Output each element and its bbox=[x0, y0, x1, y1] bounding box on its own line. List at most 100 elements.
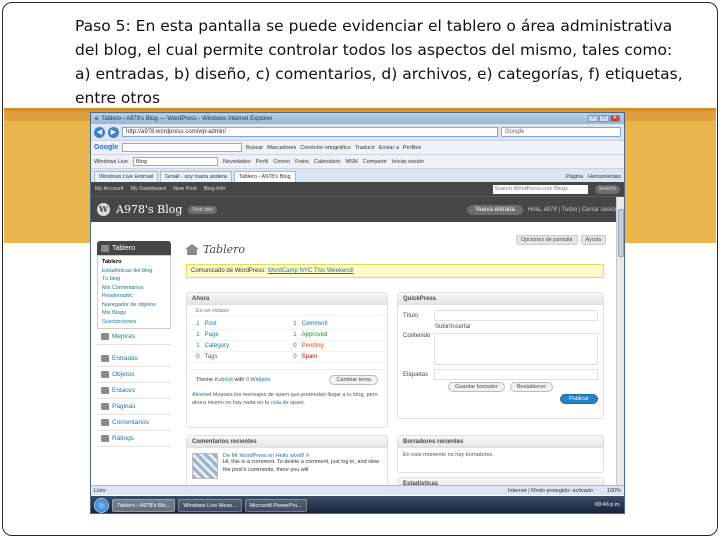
sidebar-item-posts[interactable]: Entradas bbox=[97, 351, 171, 367]
wl-link-sign-in[interactable]: Iniciar sesión bbox=[392, 159, 424, 165]
tab-hotmail[interactable]: Windows Live Hotmail bbox=[94, 171, 159, 182]
address-input[interactable]: http://a978.wordpress.com/wp-admin/ bbox=[122, 127, 498, 137]
change-theme-button[interactable]: Cambiar tema bbox=[329, 375, 378, 385]
reset-button[interactable]: Restablecer bbox=[509, 382, 553, 392]
tags-input[interactable] bbox=[434, 369, 598, 380]
notice-link[interactable]: WordCamp NYC This Weekend! bbox=[268, 268, 354, 274]
scrollbar-thumb[interactable] bbox=[618, 209, 624, 257]
translate-button[interactable]: Traducir bbox=[355, 145, 375, 151]
label-tags[interactable]: Tags bbox=[203, 351, 288, 363]
adminbar-my-account[interactable]: My Account bbox=[95, 186, 123, 192]
submenu-tablero[interactable]: Tablero bbox=[102, 258, 166, 267]
spam-queue-link[interactable]: cola de spam. bbox=[271, 400, 305, 406]
save-draft-button[interactable]: Guardar borrador bbox=[448, 382, 505, 392]
minimize-icon[interactable]: – bbox=[588, 115, 598, 122]
user-greeting[interactable]: Hola, a978 | Turbo | Cerrar sesión bbox=[528, 207, 618, 213]
submenu-object-browser[interactable]: Navegador de objetos bbox=[102, 301, 166, 310]
sidebar-item-media[interactable]: Objetos bbox=[97, 367, 171, 383]
start-button[interactable] bbox=[94, 497, 109, 513]
google-search-button[interactable]: Buscar bbox=[246, 145, 263, 151]
command-bar: Página Herramientas bbox=[566, 174, 621, 182]
upload-row: Subir/Insertar bbox=[398, 324, 603, 330]
submenu-readomattic[interactable]: Readomattic bbox=[102, 292, 166, 301]
sidebar-item-links[interactable]: Enlaces bbox=[97, 383, 171, 399]
clock[interactable]: 09:46 p.m. bbox=[595, 502, 621, 508]
screen-options-button[interactable]: Opciones de pantalla bbox=[515, 235, 578, 245]
upload-insert-link[interactable]: Subir/Insertar bbox=[435, 324, 471, 330]
taskbar-item-powerpoint[interactable]: Microsoft PowerPoi... bbox=[244, 498, 307, 512]
help-button[interactable]: Ayuda bbox=[580, 235, 606, 245]
new-post-button[interactable]: Nueva entrada bbox=[467, 204, 523, 215]
label-comments[interactable]: Comment bbox=[300, 319, 385, 330]
post-title-input[interactable] bbox=[434, 310, 598, 321]
widget-title[interactable]: Ahora bbox=[187, 293, 387, 305]
akismet-link[interactable]: Akismet bbox=[192, 392, 212, 398]
count-posts[interactable]: 1 bbox=[191, 319, 204, 330]
taskbar-item-messenger[interactable]: Windows Live Mess... bbox=[178, 498, 242, 512]
wl-link-calendario[interactable]: Calendario bbox=[314, 159, 341, 165]
count-pending[interactable]: 0 bbox=[287, 340, 301, 352]
close-icon[interactable]: ✕ bbox=[610, 115, 620, 122]
submenu-subscriptions[interactable]: Suscripciones bbox=[102, 318, 166, 327]
label-approved[interactable]: Approved bbox=[300, 329, 385, 341]
zoom-level[interactable]: 100% bbox=[607, 488, 621, 494]
count-tags[interactable]: 0 bbox=[191, 351, 204, 363]
theme-name-link[interactable]: Kubrick bbox=[215, 377, 233, 383]
widgets-link[interactable]: 0 Widgets bbox=[246, 377, 270, 383]
tab-tablero[interactable]: Tablero ‹ A978's Blog bbox=[233, 171, 296, 182]
widget-title[interactable]: Comentarios recientes bbox=[187, 436, 387, 448]
submenu-my-blogs[interactable]: Mis Blogs bbox=[102, 309, 166, 318]
count-spam[interactable]: 0 bbox=[287, 351, 301, 363]
widget-title[interactable]: QuickPress bbox=[398, 293, 603, 305]
back-icon[interactable]: ◀ bbox=[94, 126, 105, 138]
adminbar-search-input[interactable]: Search WordPress.com Blogs bbox=[492, 184, 588, 194]
wl-link-perfil[interactable]: Perfil bbox=[256, 159, 269, 165]
page-scrollbar[interactable] bbox=[616, 197, 624, 492]
google-search-input[interactable] bbox=[122, 143, 243, 152]
browser-search-input[interactable]: Google bbox=[501, 127, 621, 137]
widget-title[interactable]: Borradores recientes bbox=[398, 436, 603, 448]
count-comments[interactable]: 1 bbox=[287, 319, 301, 330]
adminbar-search-button[interactable]: Search bbox=[594, 184, 620, 194]
adminbar-new-post[interactable]: New Post bbox=[173, 186, 197, 192]
label-posts[interactable]: Post bbox=[203, 319, 288, 330]
sidebar-item-pages[interactable]: Páginas bbox=[97, 399, 171, 415]
wl-link-msn[interactable]: MSN bbox=[345, 159, 357, 165]
spellcheck-button[interactable]: Corrector ortográfico bbox=[300, 145, 350, 151]
submenu-my-comments[interactable]: Mis Comentarios bbox=[102, 284, 166, 293]
blog-name[interactable]: A978's Blog bbox=[116, 203, 182, 216]
count-approved[interactable]: 1 bbox=[287, 329, 301, 341]
send-to-button[interactable]: Enviar a bbox=[379, 145, 399, 151]
tools-menu[interactable]: Herramientas bbox=[588, 174, 621, 180]
submenu-tu-blog[interactable]: Tu blog bbox=[102, 275, 166, 284]
visit-site-button[interactable]: Visit site bbox=[188, 205, 217, 214]
wl-link-compartir[interactable]: Compartir bbox=[363, 159, 387, 165]
tab-gmail[interactable]: Gmail - soy maria andera bbox=[160, 171, 232, 182]
page-menu[interactable]: Página bbox=[566, 174, 583, 180]
adminbar-my-dashboard[interactable]: My Dashboard bbox=[130, 186, 166, 192]
label-pending[interactable]: Pending bbox=[300, 340, 385, 352]
bing-search-input[interactable]: Bing bbox=[132, 157, 218, 166]
count-categories[interactable]: 1 bbox=[191, 340, 204, 352]
sidebar-item-comments[interactable]: Comentarios bbox=[97, 415, 171, 431]
maximize-icon[interactable]: □ bbox=[599, 115, 609, 122]
label-spam[interactable]: Spam bbox=[300, 351, 385, 363]
count-pages[interactable]: 1 bbox=[191, 329, 204, 341]
sidebar-item-upgrades[interactable]: Mejoras bbox=[97, 329, 171, 345]
sidebar-item-ratings[interactable]: Ratings bbox=[97, 431, 171, 447]
bookmarks-button[interactable]: Marcadores bbox=[267, 145, 296, 151]
sidebar-dashboard-header[interactable]: Tablero bbox=[97, 241, 171, 255]
label-pages[interactable]: Page bbox=[203, 329, 288, 341]
post-content-textarea[interactable] bbox=[434, 333, 598, 365]
publish-button[interactable]: Publicar bbox=[560, 394, 598, 404]
label-categories[interactable]: Category bbox=[203, 340, 288, 352]
wl-link-correo[interactable]: Correo bbox=[273, 159, 290, 165]
wl-link-novedades[interactable]: Novedades bbox=[223, 159, 251, 165]
adminbar-blog-info[interactable]: Blog Info bbox=[204, 186, 226, 192]
submenu-stats[interactable]: Estadísticas del blog bbox=[102, 267, 166, 276]
forward-icon[interactable]: ▶ bbox=[108, 126, 119, 138]
profiles-button[interactable]: Perfiles bbox=[403, 145, 421, 151]
security-zone[interactable]: Internet | Modo protegido: activado bbox=[508, 488, 593, 494]
wl-link-fotos[interactable]: Fotos bbox=[295, 159, 309, 165]
taskbar-item-ie[interactable]: Tablero ‹ A978's Blo... bbox=[112, 498, 176, 512]
